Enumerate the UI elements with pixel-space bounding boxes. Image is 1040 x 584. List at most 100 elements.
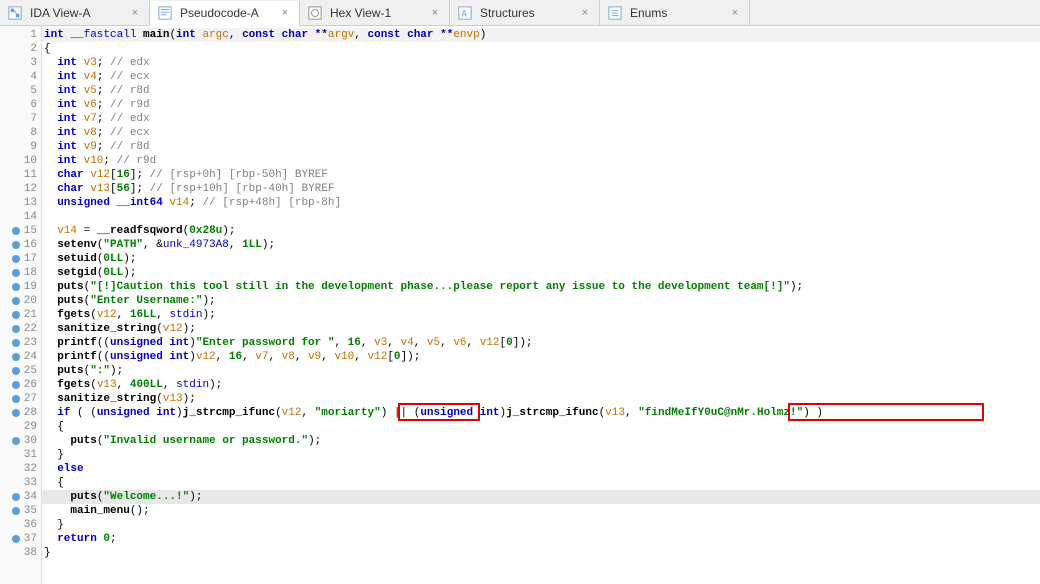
breakpoint-marker[interactable] [12,465,20,473]
gutter-row[interactable]: 21 [0,308,41,322]
code-line[interactable]: int v9; // r8d [42,140,1040,154]
code-line[interactable] [42,210,1040,224]
gutter-row[interactable]: 38 [0,546,41,560]
code-line[interactable]: unsigned __int64 v14; // [rsp+48h] [rbp-… [42,196,1040,210]
tab-enums[interactable]: Enums× [600,0,750,25]
gutter-row[interactable]: 23 [0,336,41,350]
breakpoint-marker[interactable] [12,227,20,235]
code-line[interactable]: int v6; // r9d [42,98,1040,112]
breakpoint-marker[interactable] [12,423,20,431]
gutter-row[interactable]: 33 [0,476,41,490]
breakpoint-marker[interactable] [12,325,20,333]
breakpoint-marker[interactable] [18,143,26,151]
breakpoint-marker[interactable] [12,213,20,221]
code-line[interactable]: } [42,448,1040,462]
breakpoint-marker[interactable] [18,45,26,53]
close-icon[interactable]: × [729,7,741,19]
code-line[interactable]: printf((unsigned int)"Enter password for… [42,336,1040,350]
code-line[interactable]: setuid(0LL); [42,252,1040,266]
breakpoint-marker[interactable] [12,269,20,277]
breakpoint-marker[interactable] [12,367,20,375]
code-line[interactable]: int v3; // edx [42,56,1040,70]
code-line[interactable]: { [42,476,1040,490]
code-line[interactable]: if ( (unsigned int)j_strcmp_ifunc(v12, "… [42,406,1040,420]
gutter-row[interactable]: 35 [0,504,41,518]
breakpoint-marker[interactable] [12,185,20,193]
code-line[interactable]: fgets(v12, 16LL, stdin); [42,308,1040,322]
code-line[interactable]: int __fastcall main(int argc, const char… [42,28,1040,42]
gutter-row[interactable]: 20 [0,294,41,308]
code-line[interactable]: int v4; // ecx [42,70,1040,84]
breakpoint-marker[interactable] [18,73,26,81]
code-line[interactable]: int v8; // ecx [42,126,1040,140]
breakpoint-marker[interactable] [12,549,20,557]
gutter-row[interactable]: 31 [0,448,41,462]
breakpoint-marker[interactable] [12,451,20,459]
code-line[interactable]: v14 = __readfsqword(0x28u); [42,224,1040,238]
gutter-row[interactable]: 2 [0,42,41,56]
gutter-row[interactable]: 32 [0,462,41,476]
breakpoint-marker[interactable] [12,297,20,305]
gutter-row[interactable]: 14 [0,210,41,224]
gutter-row[interactable]: 3 [0,56,41,70]
code-line[interactable]: puts("Enter Username:"); [42,294,1040,308]
gutter-row[interactable]: 36 [0,518,41,532]
gutter-row[interactable]: 8 [0,126,41,140]
code-line[interactable]: char v13[56]; // [rsp+10h] [rbp-40h] BYR… [42,182,1040,196]
gutter-row[interactable]: 27 [0,392,41,406]
close-icon[interactable]: × [129,7,141,19]
breakpoint-marker[interactable] [12,311,20,319]
tab-hex-view-1[interactable]: Hex View-1× [300,0,450,25]
tab-ida-view-a[interactable]: IDA View-A× [0,0,150,25]
breakpoint-marker[interactable] [12,339,20,347]
code-line[interactable]: char v12[16]; // [rsp+0h] [rbp-50h] BYRE… [42,168,1040,182]
gutter-row[interactable]: 17 [0,252,41,266]
code-line[interactable]: puts("Welcome...!"); [42,490,1040,504]
code-line[interactable]: { [42,42,1040,56]
breakpoint-marker[interactable] [12,283,20,291]
gutter-row[interactable]: 29 [0,420,41,434]
code-line[interactable]: } [42,546,1040,560]
code-line[interactable]: int v7; // edx [42,112,1040,126]
breakpoint-marker[interactable] [12,381,20,389]
breakpoint-marker[interactable] [12,535,20,543]
breakpoint-marker[interactable] [12,353,20,361]
gutter-row[interactable]: 12 [0,182,41,196]
breakpoint-marker[interactable] [12,255,20,263]
breakpoint-marker[interactable] [18,31,26,39]
gutter-row[interactable]: 25 [0,364,41,378]
breakpoint-marker[interactable] [12,493,20,501]
close-icon[interactable]: × [279,7,291,19]
code-view[interactable]: int __fastcall main(int argc, const char… [42,26,1040,584]
gutter-row[interactable]: 13 [0,196,41,210]
gutter-row[interactable]: 4 [0,70,41,84]
breakpoint-marker[interactable] [18,101,26,109]
gutter-row[interactable]: 30 [0,434,41,448]
gutter-row[interactable]: 11 [0,168,41,182]
gutter-row[interactable]: 19 [0,280,41,294]
gutter-row[interactable]: 18 [0,266,41,280]
gutter-row[interactable]: 37 [0,532,41,546]
breakpoint-marker[interactable] [18,59,26,67]
breakpoint-marker[interactable] [18,87,26,95]
gutter-row[interactable]: 5 [0,84,41,98]
breakpoint-marker[interactable] [12,507,20,515]
code-line[interactable]: { [42,420,1040,434]
breakpoint-marker[interactable] [12,157,20,165]
breakpoint-marker[interactable] [18,115,26,123]
code-line[interactable]: fgets(v13, 400LL, stdin); [42,378,1040,392]
code-line[interactable]: else [42,462,1040,476]
gutter-row[interactable]: 15 [0,224,41,238]
gutter-row[interactable]: 26 [0,378,41,392]
tab-structures[interactable]: AStructures× [450,0,600,25]
code-line[interactable]: setenv("PATH", &unk_4973A8, 1LL); [42,238,1040,252]
gutter-row[interactable]: 16 [0,238,41,252]
breakpoint-marker[interactable] [12,521,20,529]
breakpoint-marker[interactable] [18,129,26,137]
code-line[interactable]: printf((unsigned int)v12, 16, v7, v8, v9… [42,350,1040,364]
breakpoint-marker[interactable] [12,241,20,249]
gutter-row[interactable]: 34 [0,490,41,504]
gutter-row[interactable]: 1 [0,28,41,42]
code-line[interactable]: sanitize_string(v13); [42,392,1040,406]
tab-pseudocode-a[interactable]: Pseudocode-A× [150,1,300,26]
